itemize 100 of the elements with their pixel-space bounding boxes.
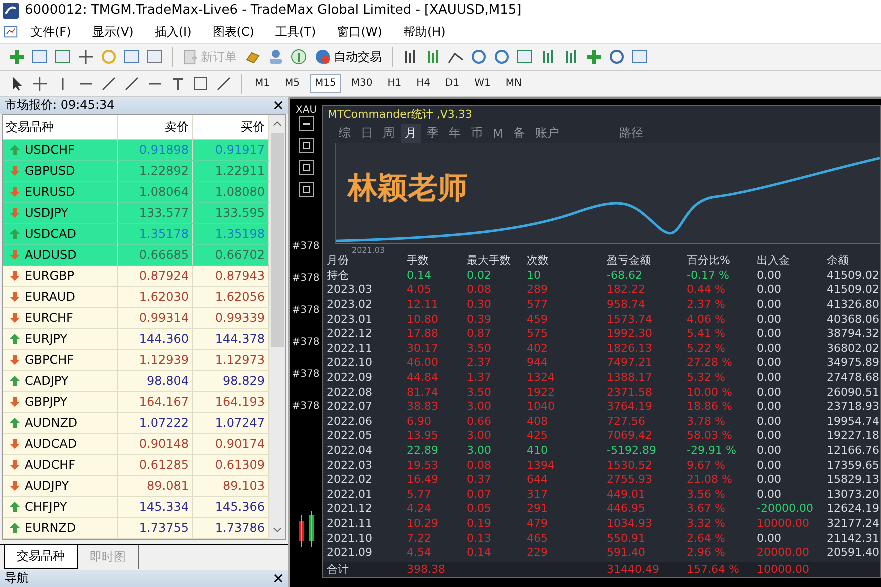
people-icon[interactable] xyxy=(267,48,285,66)
table-cell-text: 0.44 % xyxy=(687,283,726,298)
order-label: #378 xyxy=(292,241,320,252)
scrollbar-thumb[interactable] xyxy=(270,133,284,347)
menu-item[interactable]: 工具(T) xyxy=(264,24,326,40)
table-cell-text: 9.67 % xyxy=(687,458,726,473)
symbol-name[interactable]: USDCAD xyxy=(25,227,76,241)
period-tab[interactable]: M xyxy=(489,126,508,142)
symbol-name[interactable]: EURUSD xyxy=(25,185,76,199)
symbol-name[interactable]: EURGBP xyxy=(25,269,74,283)
symbol-name[interactable]: AUDUSD xyxy=(25,248,77,262)
period-tab[interactable]: 月 xyxy=(401,124,421,144)
period-tab[interactable]: 综 xyxy=(335,124,355,144)
menu-item[interactable]: 插入(I) xyxy=(142,24,201,40)
symbol-name[interactable]: AUDJPY xyxy=(25,479,70,493)
month-cell-text: 2022.08 xyxy=(327,386,374,400)
table-cell-text: 10.00 % xyxy=(687,386,734,400)
timeframe-button[interactable]: MN xyxy=(500,74,527,93)
period-tab[interactable]: 年 xyxy=(445,124,465,144)
minimize-icon[interactable] xyxy=(298,116,314,131)
bid-price: 1.62030 xyxy=(118,287,193,307)
table-cell-text: 7.22 xyxy=(407,532,432,546)
table-cell-text: 13.95 xyxy=(407,429,440,444)
period-tab[interactable]: 季 xyxy=(423,124,443,144)
symbol-name[interactable]: CHFJPY xyxy=(25,500,68,514)
symbol-name[interactable]: AUDCAD xyxy=(25,437,78,451)
table-cell-text: 591.40 xyxy=(607,546,646,560)
month-cell-text: 2021.09 xyxy=(327,546,374,560)
table-cell-text: 1040 xyxy=(527,400,556,414)
table-cell-text: 2.96 % xyxy=(687,546,726,560)
symbol-name[interactable]: EURJPY xyxy=(25,332,68,346)
symbol-name[interactable]: USDJPY xyxy=(25,206,68,220)
table-cell-text: 1922 xyxy=(527,386,556,400)
timeframe-button[interactable]: M1 xyxy=(250,74,275,93)
period-tab[interactable]: 备 xyxy=(509,124,530,144)
symbol-name[interactable]: GBPUSD xyxy=(25,164,76,178)
symbol-name[interactable]: EURNZD xyxy=(25,521,76,535)
table-cell: 36802.02 xyxy=(827,342,880,356)
close-icon[interactable] xyxy=(274,574,283,583)
crosshair-icon[interactable] xyxy=(77,48,95,66)
timeframe-button[interactable]: H1 xyxy=(382,74,407,93)
table-cell-text: 38.83 xyxy=(407,400,440,414)
timeframe-button[interactable]: D1 xyxy=(440,74,465,93)
table-cell-text: 1530.52 xyxy=(607,458,654,473)
table-cell: 0.00 xyxy=(757,458,782,472)
symbol-name[interactable]: GBPCHF xyxy=(25,353,74,367)
table-cell: 0.00 xyxy=(757,327,782,340)
crosshair-icon[interactable] xyxy=(31,74,49,92)
chart-window-icon[interactable] xyxy=(4,24,19,40)
symbol-name[interactable]: AUDNZD xyxy=(25,416,78,430)
table-cell-text: 727.56 xyxy=(607,414,646,429)
table-cell: 0.00 xyxy=(757,312,782,326)
scrollbar[interactable] xyxy=(269,115,285,539)
menu-item[interactable]: 窗口(W) xyxy=(325,24,392,40)
bid-price: 133.577 xyxy=(118,203,193,223)
symbol-name[interactable]: USDCHF xyxy=(25,143,75,157)
table-cell-text: 7497.21 xyxy=(607,356,654,370)
column-header[interactable]: 交易品种 xyxy=(3,115,118,139)
period-tab[interactable]: 币 xyxy=(467,124,487,144)
menu-item[interactable]: 文件(F) xyxy=(19,24,80,40)
panel-tab[interactable]: 交易品种 xyxy=(4,545,78,569)
table-cell-text: 479 xyxy=(527,516,549,531)
close-icon[interactable] xyxy=(274,101,283,110)
menu-item[interactable]: 显示(V) xyxy=(80,24,143,40)
menu-item[interactable]: 帮助(H) xyxy=(391,24,455,40)
table-cell-text: -68.62 xyxy=(607,268,644,283)
symbol-name[interactable]: CADJPY xyxy=(25,374,69,388)
period-tab[interactable]: 周 xyxy=(379,124,399,144)
scroll-up-icon[interactable] xyxy=(272,121,282,127)
symbol-name[interactable]: GBPJPY xyxy=(25,395,68,409)
chart-overlay-title: 林颖老师 xyxy=(348,170,468,208)
table-cell-text: 2.37 xyxy=(467,356,492,370)
period-tab[interactable]: 日 xyxy=(357,124,377,144)
symbol-name[interactable]: AUDCHF xyxy=(25,458,76,472)
auto-trading-button[interactable]: 自动交易 xyxy=(313,48,384,66)
period-tab[interactable]: 路径 xyxy=(615,124,648,144)
table-cell: 0.00 xyxy=(757,532,782,545)
timeframe-button[interactable]: W1 xyxy=(470,74,496,93)
column-header[interactable]: 卖价 xyxy=(118,115,193,139)
table-cell-text: 44.84 xyxy=(407,370,440,385)
timeframe-button[interactable]: M30 xyxy=(346,74,378,93)
timeframe-button[interactable]: M5 xyxy=(280,74,305,93)
bid-price: 1.07222 xyxy=(118,413,193,433)
period-tab[interactable]: 账户 xyxy=(531,124,564,144)
table-cell: 13073.20 xyxy=(827,488,880,502)
scroll-down-icon[interactable] xyxy=(272,527,282,533)
symbol-name[interactable]: EURCHF xyxy=(25,311,74,325)
table-cell-text: -0.17 % xyxy=(687,268,730,283)
table-cell-text: 410 xyxy=(527,444,549,458)
table-cell: 0.00 xyxy=(757,488,782,501)
symbol-name[interactable]: EURAUD xyxy=(25,290,76,304)
timeframe-button[interactable]: H4 xyxy=(412,74,436,93)
table-cell-text: 10.80 xyxy=(407,312,440,327)
menu-item[interactable]: 图表(C) xyxy=(200,24,264,40)
trendline-icon[interactable] xyxy=(100,74,118,92)
column-header: 余额 xyxy=(827,254,850,268)
table-cell: 0.00 xyxy=(757,298,782,312)
table-cell-text: 2.37 % xyxy=(687,298,726,312)
table-cell: 19954.74 xyxy=(827,414,880,429)
timeframe-button[interactable]: M15 xyxy=(310,74,342,93)
